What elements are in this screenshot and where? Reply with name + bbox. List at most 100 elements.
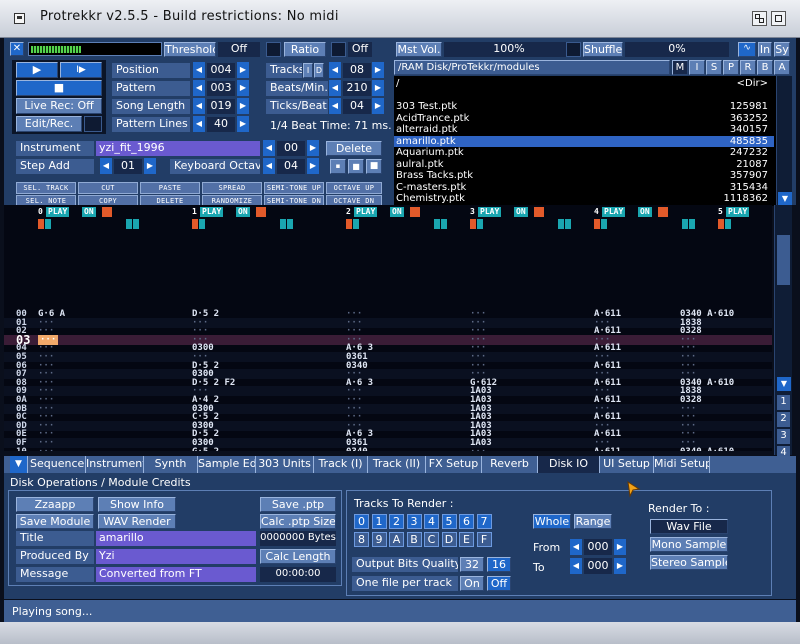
file-list-item[interactable]: C-masters.ptk 315434 bbox=[394, 182, 774, 193]
channel-fx-arrow-icon[interactable] bbox=[682, 219, 688, 229]
track-render-9[interactable]: 9 bbox=[371, 532, 387, 547]
pattern-page-2[interactable]: 2 bbox=[777, 412, 790, 427]
octave-decrease-icon[interactable]: ◀ bbox=[263, 158, 275, 174]
channel-play-label[interactable]: PLAY bbox=[478, 207, 502, 217]
tab-track-ii-[interactable]: Track (II) bbox=[368, 456, 426, 473]
tracks-decrease-icon[interactable]: ◀ bbox=[329, 62, 341, 78]
tab-instrument[interactable]: Instrument bbox=[86, 456, 144, 473]
channel-right-arrow-icon[interactable] bbox=[725, 219, 731, 229]
ratio-toggle[interactable] bbox=[266, 42, 281, 57]
from-decrease-icon[interactable]: ◀ bbox=[570, 539, 582, 555]
pattern-page-1[interactable]: 1 bbox=[777, 395, 790, 410]
instrument-name[interactable]: yzi_fit_1996 bbox=[96, 141, 260, 156]
track-render-8[interactable]: 8 bbox=[354, 532, 369, 547]
channel-fx-arrow-icon[interactable] bbox=[558, 219, 564, 229]
bpm-increase-icon[interactable]: ▶ bbox=[372, 80, 384, 96]
pattern-cell[interactable]: G·5 2 bbox=[192, 447, 219, 451]
shuffle-value[interactable]: 0% bbox=[625, 42, 729, 57]
file-list-item[interactable]: Aquarium.ptk 247232 bbox=[394, 147, 774, 158]
pattern-lines-increase-icon[interactable]: ▶ bbox=[237, 116, 249, 132]
channel-on-label[interactable]: ON bbox=[236, 207, 250, 217]
tab-ui-setup[interactable]: UI Setup bbox=[600, 456, 654, 473]
track-render-4[interactable]: 4 bbox=[424, 514, 439, 529]
pattern-value[interactable]: 003 bbox=[207, 81, 235, 96]
step-add-decrease-icon[interactable]: ◀ bbox=[100, 158, 112, 174]
title-input[interactable]: amarillo bbox=[96, 531, 256, 546]
file-list-item[interactable]: amarillo.ptk 485835 bbox=[394, 135, 774, 147]
pattern-lines-decrease-icon[interactable]: ◀ bbox=[193, 116, 205, 132]
track-render-6[interactable]: 6 bbox=[459, 514, 474, 529]
file-filter-tab-m[interactable]: M bbox=[672, 60, 688, 75]
channel-on-label[interactable]: ON bbox=[638, 207, 652, 217]
channel-fx-arrow-icon[interactable] bbox=[126, 219, 132, 229]
calc-ptp-size-button[interactable]: Calc .ptp Size bbox=[260, 514, 336, 529]
channel-right-arrow-icon[interactable] bbox=[45, 219, 51, 229]
pattern-cell[interactable]: ··· bbox=[38, 447, 54, 451]
collapse-tabs-icon[interactable]: ▼ bbox=[10, 456, 28, 473]
track-render-1[interactable]: 1 bbox=[371, 514, 387, 529]
track-render-c[interactable]: C bbox=[424, 532, 439, 547]
channel-mute-icon[interactable] bbox=[534, 207, 544, 217]
channel-left-arrow-icon[interactable] bbox=[718, 219, 724, 229]
channel-left-arrow-icon[interactable] bbox=[594, 219, 600, 229]
channel-mute-icon[interactable] bbox=[102, 207, 112, 217]
channel-right-arrow-icon[interactable] bbox=[199, 219, 205, 229]
render-whole-button[interactable]: Whole bbox=[533, 514, 571, 529]
from-increase-icon[interactable]: ▶ bbox=[614, 539, 626, 555]
instrument-decrease-icon[interactable]: ◀ bbox=[263, 140, 275, 156]
pattern-page-3[interactable]: 3 bbox=[777, 429, 790, 444]
channel-play-label[interactable]: PLAY bbox=[726, 207, 750, 217]
one-file-off-button[interactable]: Off bbox=[487, 576, 511, 591]
ratio-value[interactable]: Off bbox=[348, 42, 372, 57]
keyboard-octave-value[interactable]: 04 bbox=[277, 159, 305, 174]
file-filter-tab-i[interactable]: I bbox=[689, 60, 705, 75]
tracks-delete-button[interactable]: D bbox=[314, 63, 324, 78]
channel-fx-arrow-icon[interactable] bbox=[287, 219, 293, 229]
file-list-item[interactable]: Brass Tacks.ptk 357907 bbox=[394, 170, 774, 181]
channel-mute-icon[interactable] bbox=[658, 207, 668, 217]
bits-32-button[interactable]: 32 bbox=[460, 557, 484, 572]
tracks-value[interactable]: 08 bbox=[343, 63, 371, 78]
file-list-scrollbar[interactable]: ▼ bbox=[776, 76, 792, 206]
tpb-decrease-icon[interactable]: ◀ bbox=[329, 98, 341, 114]
tab-sample-ed-[interactable]: Sample Ed. bbox=[198, 456, 256, 473]
ticks-per-beat-value[interactable]: 04 bbox=[343, 99, 371, 114]
channel-on-label[interactable]: ON bbox=[82, 207, 96, 217]
from-value[interactable]: 000 bbox=[584, 539, 612, 555]
tab-fx-setup[interactable]: FX Setup bbox=[426, 456, 482, 473]
instrument-increase-icon[interactable]: ▶ bbox=[307, 140, 319, 156]
track-render-f[interactable]: F bbox=[476, 532, 492, 547]
edit-button-spread[interactable]: SPREAD bbox=[202, 182, 262, 194]
to-decrease-icon[interactable]: ◀ bbox=[570, 558, 582, 574]
channel-right-arrow-icon[interactable] bbox=[353, 219, 359, 229]
track-render-2[interactable]: 2 bbox=[389, 514, 404, 529]
channel-fx-arrow-icon[interactable] bbox=[565, 219, 571, 229]
produced-by-input[interactable]: Yzi bbox=[96, 549, 256, 564]
shuffle-toggle[interactable] bbox=[566, 42, 581, 57]
pattern-row[interactable]: 10 ··· G·5 2 0340 ··· A·611 0340 A·610 bbox=[4, 447, 772, 451]
track-render-d[interactable]: D bbox=[441, 532, 457, 547]
to-increase-icon[interactable]: ▶ bbox=[614, 558, 626, 574]
tab-reverb[interactable]: Reverb bbox=[482, 456, 538, 473]
in-button[interactable]: In bbox=[758, 42, 772, 57]
channel-fx-arrow-icon[interactable] bbox=[280, 219, 286, 229]
track-render-0[interactable]: 0 bbox=[354, 514, 369, 529]
pattern-scrollbar[interactable]: ▼ 1234 bbox=[774, 205, 792, 461]
edit-rec-toggle[interactable] bbox=[84, 116, 102, 132]
delete-instrument-button[interactable]: Delete bbox=[326, 141, 382, 156]
play-song-button[interactable]: ▶ bbox=[16, 62, 58, 78]
file-list[interactable]: / <Dir> 303 Test.ptk 125981 AcidTrance.ptk 36… bbox=[394, 76, 776, 206]
edit-button-semi-tone-up[interactable]: SEMI-TONE UP bbox=[264, 182, 324, 194]
file-filter-tab-b[interactable]: B bbox=[757, 60, 773, 75]
file-list-item[interactable]: AcidTrance.ptk 363252 bbox=[394, 113, 774, 124]
to-value[interactable]: 000 bbox=[584, 558, 612, 574]
calc-length-button[interactable]: Calc Length bbox=[260, 549, 336, 564]
track-render-3[interactable]: 3 bbox=[406, 514, 422, 529]
step-add-increase-icon[interactable]: ▶ bbox=[144, 158, 156, 174]
master-volume-button[interactable]: Mst Vol. bbox=[396, 42, 442, 57]
channel-fx-arrow-icon[interactable] bbox=[133, 219, 139, 229]
channel-fx-arrow-icon[interactable] bbox=[441, 219, 447, 229]
tab-303-units[interactable]: 303 Units bbox=[256, 456, 314, 473]
maximize-icon[interactable] bbox=[771, 11, 786, 26]
track-render-e[interactable]: E bbox=[459, 532, 474, 547]
